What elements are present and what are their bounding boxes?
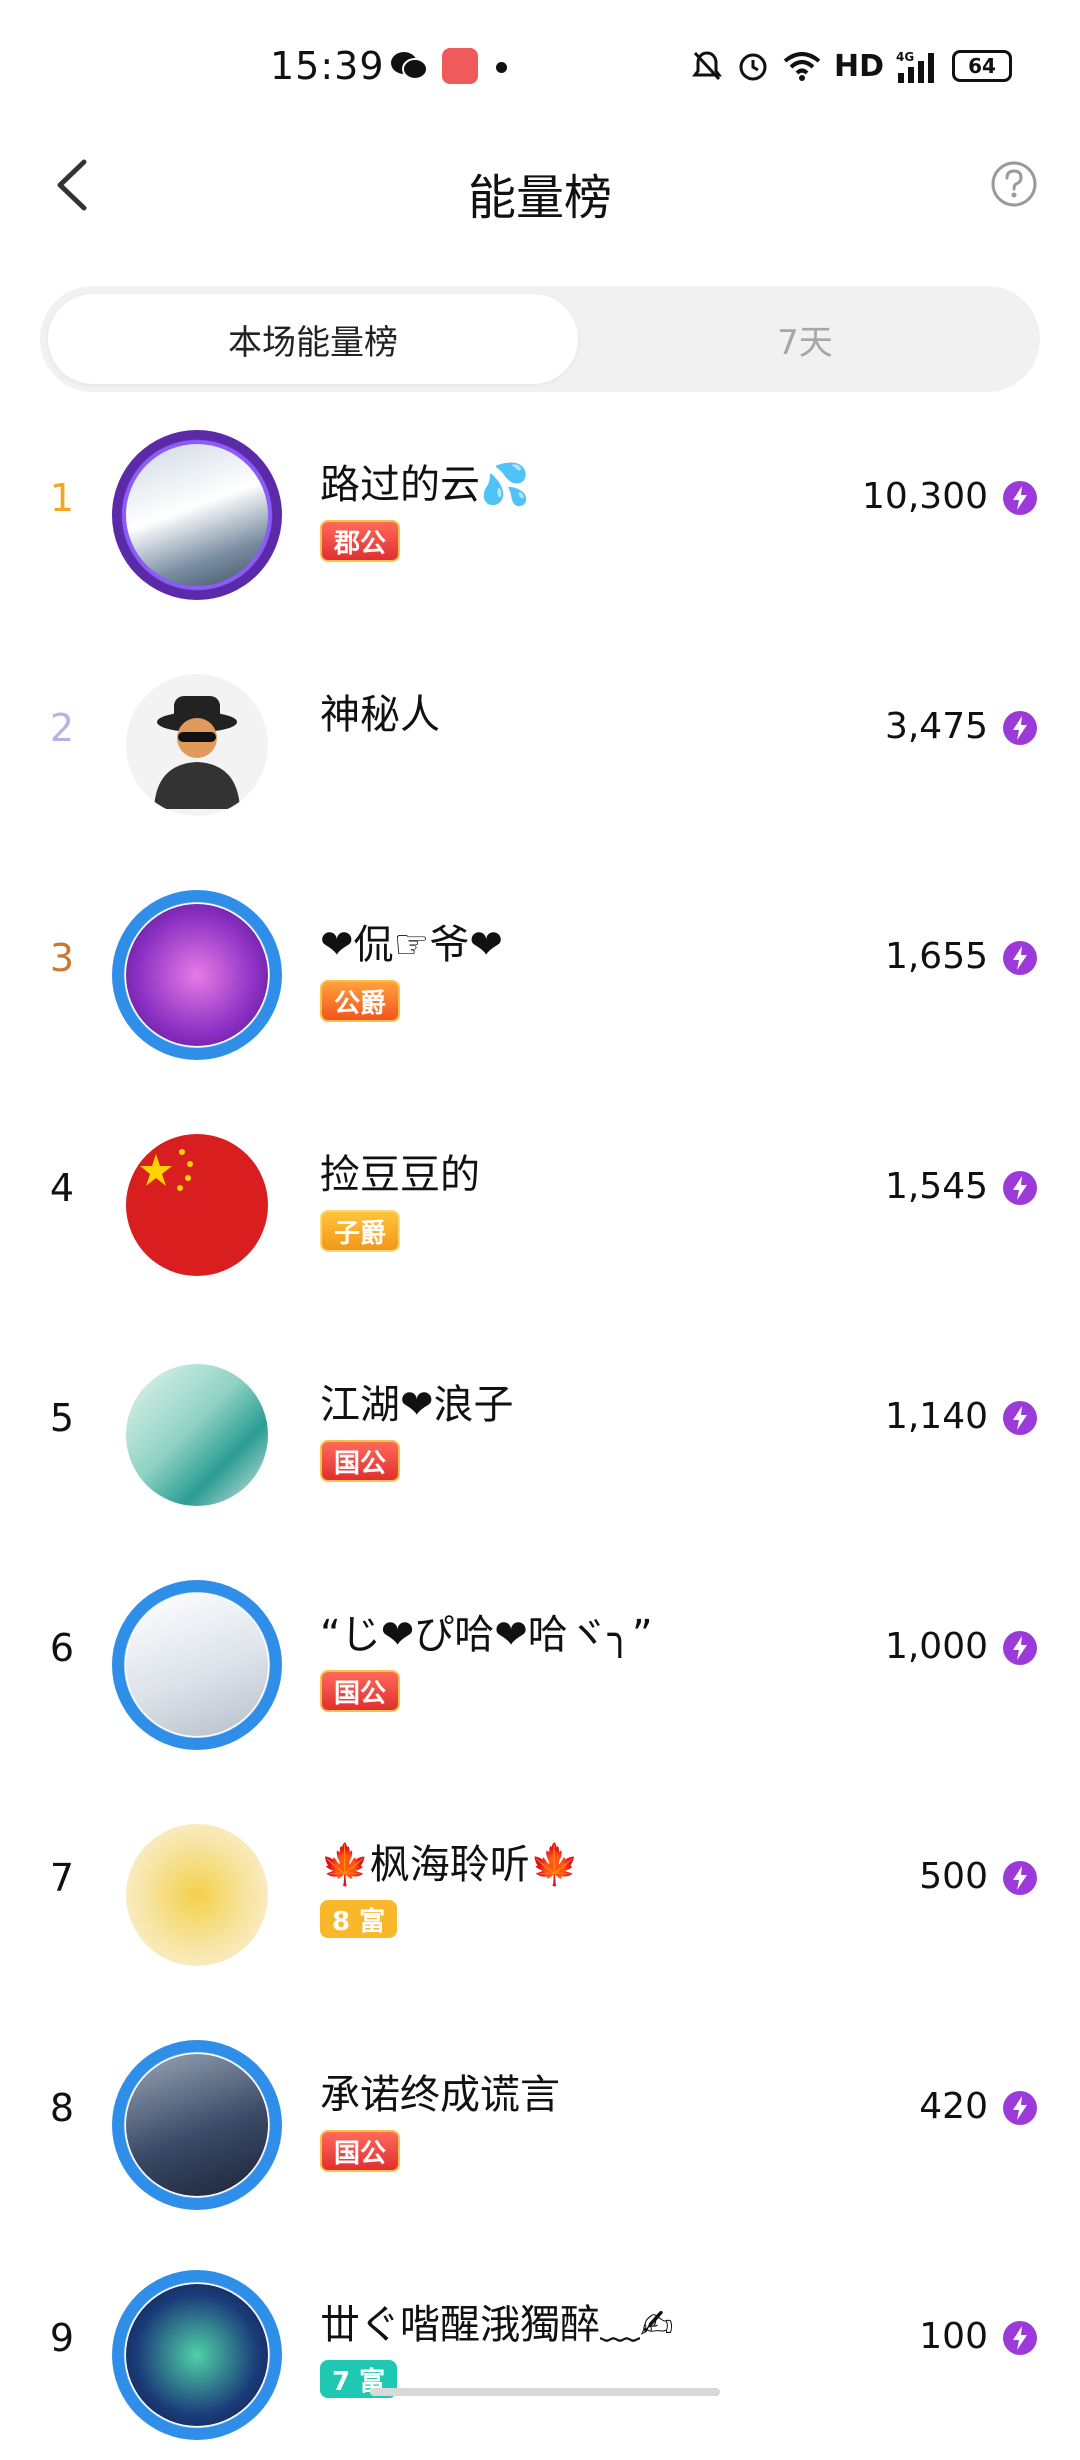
user-name: ❤侃☞爷❤ bbox=[320, 922, 503, 968]
list-item[interactable]: 7 🍁枫海聆听🍁 8 富 500 bbox=[0, 1770, 1080, 2000]
list-item[interactable]: 2 神秘人 3,475 bbox=[0, 620, 1080, 850]
energy-bolt-icon bbox=[1003, 481, 1037, 515]
avatar[interactable] bbox=[112, 1810, 282, 1980]
tab-7-days[interactable]: 7天 bbox=[578, 294, 1032, 384]
status-bar: 15:39 HD 4G 64 bbox=[0, 0, 1080, 130]
user-name: 🍁枫海聆听🍁 bbox=[320, 1842, 580, 1888]
energy-bolt-icon bbox=[1003, 1171, 1037, 1205]
notification-dot-icon bbox=[496, 62, 507, 73]
user-name: 路过的云💦 bbox=[320, 462, 530, 508]
energy-bolt-icon bbox=[1003, 2321, 1037, 2355]
avatar[interactable] bbox=[112, 890, 282, 1060]
energy-bolt-icon bbox=[1003, 1861, 1037, 1895]
avatar[interactable] bbox=[112, 2040, 282, 2210]
rank-number: 2 bbox=[49, 706, 75, 750]
signal-4g-icon: 4G bbox=[896, 50, 934, 83]
page-title: 能量榜 bbox=[467, 170, 612, 226]
ranking-tabs: 本场能量榜 7天 bbox=[40, 286, 1040, 392]
user-name: 神秘人 bbox=[320, 692, 440, 738]
user-name: 捡豆豆的 bbox=[320, 1152, 480, 1198]
user-name: 江湖❤浪子 bbox=[320, 1382, 514, 1428]
red-flag-avatar-icon bbox=[140, 1149, 193, 1191]
list-item[interactable]: 4 捡豆豆的 子爵 1,545 bbox=[0, 1080, 1080, 1310]
network-hd-label: HD bbox=[833, 48, 884, 84]
app-notification-icon bbox=[442, 48, 478, 84]
avatar[interactable] bbox=[112, 1580, 282, 1750]
list-item[interactable]: 9 丗ぐ喈醒涐獨醉﹏✍ 7 富 100 bbox=[0, 2230, 1080, 2460]
energy-score: 3,475 bbox=[884, 706, 988, 747]
mute-bell-icon bbox=[691, 51, 722, 81]
wifi-icon bbox=[783, 52, 821, 81]
tab-current-session[interactable]: 本场能量榜 bbox=[48, 294, 578, 384]
rank-number: 6 bbox=[49, 1626, 75, 1670]
rank-number: 9 bbox=[49, 2316, 75, 2360]
avatar[interactable] bbox=[112, 2270, 282, 2440]
energy-score: 1,000 bbox=[884, 1626, 988, 1667]
rank-number: 8 bbox=[49, 2086, 75, 2130]
user-name: 丗ぐ喈醒涐獨醉﹏✍ bbox=[320, 2302, 674, 2348]
help-button[interactable] bbox=[990, 160, 1038, 208]
rank-number: 1 bbox=[49, 476, 75, 520]
status-icons: HD 4G 64 bbox=[690, 46, 1012, 86]
rank-title-badge: 国公 bbox=[320, 2130, 401, 2172]
energy-bolt-icon bbox=[1003, 1401, 1037, 1435]
rank-number: 5 bbox=[49, 1396, 75, 1440]
svg-text:4G: 4G bbox=[896, 50, 914, 64]
rank-title-badge: 公爵 bbox=[320, 980, 401, 1022]
list-item[interactable]: 1 路过的云💦 郡公 10,300 bbox=[0, 390, 1080, 620]
wealth-level-badge: 8 富 bbox=[320, 1900, 398, 1938]
wechat-icon bbox=[391, 52, 428, 80]
list-item[interactable]: 8 承诺终成谎言 国公 420 bbox=[0, 2000, 1080, 2230]
mystery-person-icon bbox=[154, 696, 240, 809]
alarm-icon bbox=[739, 53, 767, 81]
avatar[interactable] bbox=[112, 430, 282, 600]
rank-title-badge: 子爵 bbox=[320, 1210, 401, 1252]
user-name: 承诺终成谎言 bbox=[320, 2072, 560, 2118]
energy-score: 1,545 bbox=[884, 1166, 988, 1207]
rank-title-badge: 国公 bbox=[320, 1670, 401, 1712]
energy-bolt-icon bbox=[1003, 941, 1037, 975]
energy-bolt-icon bbox=[1003, 711, 1037, 745]
energy-score: 1,140 bbox=[884, 1396, 988, 1437]
energy-score: 10,300 bbox=[862, 476, 988, 517]
list-item[interactable]: 6 “じ❤ぴ哈❤哈ヾ╮” 国公 1,000 bbox=[0, 1540, 1080, 1770]
list-item[interactable]: 5 江湖❤浪子 国公 1,140 bbox=[0, 1310, 1080, 1540]
energy-score: 1,655 bbox=[884, 936, 988, 977]
top-bar: 能量榜 bbox=[0, 130, 1080, 240]
user-name: “じ❤ぴ哈❤哈ヾ╮” bbox=[320, 1612, 653, 1658]
avatar[interactable] bbox=[112, 1350, 282, 1520]
energy-score: 500 bbox=[919, 1856, 988, 1897]
status-time: 15:39 bbox=[270, 44, 385, 88]
list-item[interactable]: 3 ❤侃☞爷❤ 公爵 1,655 bbox=[0, 850, 1080, 1080]
rank-number: 4 bbox=[49, 1166, 75, 1210]
rank-number: 3 bbox=[49, 936, 75, 980]
energy-score: 420 bbox=[919, 2086, 988, 2127]
rank-title-badge: 郡公 bbox=[320, 520, 401, 562]
avatar[interactable] bbox=[112, 1120, 282, 1290]
energy-bolt-icon bbox=[1003, 2091, 1037, 2125]
battery-icon: 64 bbox=[952, 50, 1012, 82]
avatar[interactable] bbox=[112, 660, 282, 830]
energy-score: 100 bbox=[919, 2316, 988, 2357]
rank-title-badge: 国公 bbox=[320, 1440, 401, 1482]
home-indicator[interactable] bbox=[370, 2388, 720, 2396]
energy-bolt-icon bbox=[1003, 1631, 1037, 1665]
rank-number: 7 bbox=[49, 1856, 75, 1900]
